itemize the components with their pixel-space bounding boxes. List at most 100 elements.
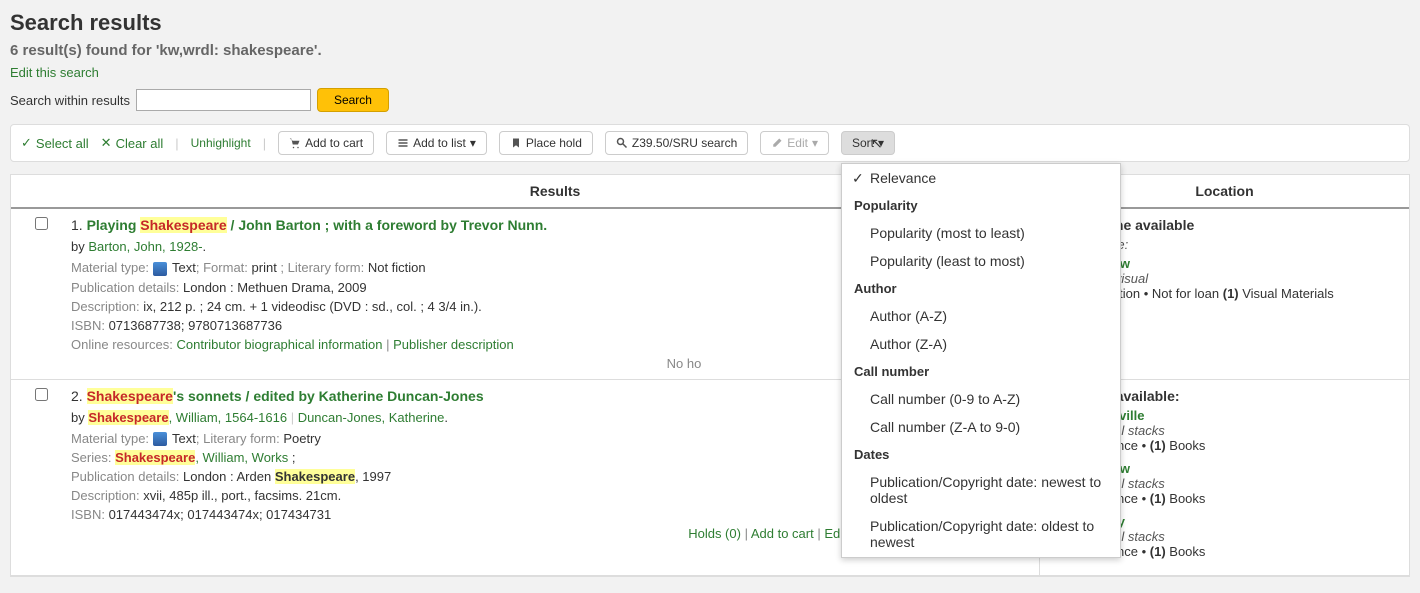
results-toolbar: ✓ Select all ✕ Clear all | Unhighlight |… (10, 124, 1410, 162)
title-highlight: Shakespeare (140, 217, 226, 233)
add-to-cart-button[interactable]: Add to cart (278, 131, 374, 155)
caret-down-icon: ▾ (470, 136, 476, 150)
series-end: ; (288, 450, 295, 465)
title-post: / John Barton ; with a foreword by Trevo… (227, 217, 547, 233)
sort-pop-least[interactable]: Popularity (least to most) (842, 247, 1120, 275)
sort-group-author: Author (842, 275, 1120, 302)
x-icon: ✕ (101, 135, 112, 151)
pub-pre: London : Arden (183, 469, 275, 484)
result-number: 2. (71, 388, 83, 404)
format-label: ; Format: (196, 260, 252, 275)
select-all-label: Select all (36, 136, 89, 151)
author-post: , William, 1564-1616 (169, 410, 288, 425)
clear-all-label: Clear all (116, 136, 164, 151)
loc-type: Books (1166, 438, 1206, 453)
result-number: 1. (71, 217, 83, 233)
book-icon (153, 262, 167, 276)
sep: | (382, 337, 393, 352)
online-label: Online resources: (71, 337, 177, 352)
isbn-value: 017443474x; 017443474x; 017434731 (109, 507, 332, 522)
select-checkbox[interactable] (35, 217, 48, 230)
add-cart-link[interactable]: Add to cart (751, 526, 814, 541)
pub-highlight: Shakespeare (275, 469, 355, 484)
result-title-link[interactable]: Playing Shakespeare / John Barton ; with… (87, 217, 548, 233)
series-highlight: Shakespeare (115, 450, 195, 465)
caret-down-icon: ▾ (878, 136, 884, 150)
author-link[interactable]: Barton, John, 1928- (88, 239, 202, 254)
pub-post: , 1997 (355, 469, 391, 484)
material-label: Material type: (71, 431, 153, 446)
z3950-label: Z39.50/SRU search (632, 136, 737, 150)
series-link[interactable]: Shakespeare, William, (115, 450, 252, 465)
result-row: 2. Shakespeare's sonnets / edited by Kat… (11, 380, 1409, 576)
sep: | (287, 410, 298, 425)
series-works-link[interactable]: Works (252, 450, 289, 465)
desc-label: Description: (71, 299, 143, 314)
period: . (203, 239, 207, 254)
add-to-list-button[interactable]: Add to list ▾ (386, 131, 487, 155)
check-icon: ✓ (21, 135, 32, 151)
sort-pub-new[interactable]: Publication/Copyright date: newest to ol… (842, 468, 1120, 512)
material-value: Text (172, 431, 196, 446)
results-subtitle: 6 result(s) found for 'kw,wrdl: shakespe… (10, 42, 1410, 59)
online-link[interactable]: Contributor biographical information (177, 337, 383, 352)
isbn-value: 0713687738; 9780713687736 (109, 318, 283, 333)
sort-author-az[interactable]: Author (A-Z) (842, 302, 1120, 330)
list-icon (397, 137, 409, 149)
sort-pub-old[interactable]: Publication/Copyright date: oldest to ne… (842, 512, 1120, 556)
select-all-link[interactable]: ✓ Select all (21, 135, 89, 151)
result-title-link[interactable]: Shakespeare's sonnets / edited by Kather… (87, 388, 484, 404)
pub-value: London : Methuen Drama, 2009 (183, 280, 367, 295)
title-highlight: Shakespeare (87, 388, 173, 404)
pub-label: Publication details: (71, 280, 183, 295)
edit-search-link[interactable]: Edit this search (10, 65, 1410, 80)
material-label: Material type: (71, 260, 153, 275)
sort-group-popularity: Popularity (842, 192, 1120, 219)
bookmark-icon (510, 137, 522, 149)
pencil-icon (771, 137, 783, 149)
sort-dropdown: Relevance Popularity Popularity (most to… (841, 163, 1121, 558)
place-hold-button[interactable]: Place hold (499, 131, 593, 155)
period: . (444, 410, 448, 425)
search-within-label: Search within results (10, 93, 130, 108)
sort-label: Sort (852, 136, 874, 150)
sort-pop-most[interactable]: Popularity (most to least) (842, 219, 1120, 247)
series-label: Series: (71, 450, 115, 465)
search-button[interactable]: Search (317, 88, 389, 112)
sort-acq-new[interactable]: Acquisition date: newest to oldest (842, 556, 1120, 558)
sort-call-09[interactable]: Call number (0-9 to A-Z) (842, 385, 1120, 413)
online-link[interactable]: Publisher description (393, 337, 514, 352)
page-title: Search results (10, 10, 1410, 36)
sort-author-za[interactable]: Author (Z-A) (842, 330, 1120, 358)
clear-all-link[interactable]: ✕ Clear all (101, 135, 164, 151)
z3950-button[interactable]: Z39.50/SRU search (605, 131, 748, 155)
cart-icon (289, 137, 301, 149)
caret-down-icon: ▾ (812, 136, 818, 150)
unhighlight-link[interactable]: Unhighlight (191, 136, 251, 150)
sort-relevance[interactable]: Relevance (842, 164, 1120, 192)
add-to-list-label: Add to list (413, 136, 466, 150)
select-checkbox[interactable] (35, 388, 48, 401)
series-post: , William, (195, 450, 251, 465)
by-label: by (71, 239, 88, 254)
edit-button[interactable]: Edit ▾ (760, 131, 829, 155)
title-pre: Playing (87, 217, 141, 233)
divider: | (175, 136, 178, 151)
result-row: 1. Playing Shakespeare / John Barton ; w… (11, 209, 1409, 380)
desc-value: xvii, 485p ill., port., facsims. 21cm. (143, 488, 341, 503)
sort-button[interactable]: Sort ▾ (841, 131, 895, 155)
material-value: Text (172, 260, 196, 275)
sort-call-za[interactable]: Call number (Z-A to 9-0) (842, 413, 1120, 441)
litform-label: ; Literary form: (280, 260, 367, 275)
author-highlight: Shakespeare (88, 410, 168, 425)
loc-type: Books (1166, 491, 1206, 506)
loc-count: (1) (1150, 438, 1166, 453)
place-hold-label: Place hold (526, 136, 582, 150)
sort-group-dates: Dates (842, 441, 1120, 468)
author-link[interactable]: Shakespeare, William, 1564-1616 (88, 410, 287, 425)
holds-link[interactable]: Holds (0) (688, 526, 741, 541)
search-within-input[interactable] (136, 89, 311, 111)
desc-label: Description: (71, 488, 143, 503)
divider: | (263, 136, 266, 151)
author-link[interactable]: Duncan-Jones, Katherine (298, 410, 445, 425)
